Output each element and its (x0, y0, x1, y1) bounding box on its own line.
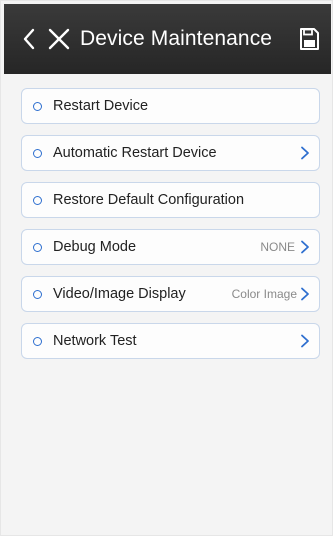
chevron-right-icon (301, 240, 309, 254)
close-icon (48, 28, 70, 50)
maintenance-menu: Restart Device Automatic Restart Device … (21, 88, 320, 370)
save-icon (300, 28, 319, 50)
menu-item-debug-mode[interactable]: Debug Mode NONE (21, 229, 320, 265)
bullet-circle-icon (33, 242, 42, 252)
page-title: Device Maintenance (80, 27, 273, 50)
back-button[interactable] (18, 28, 40, 50)
menu-item-label: Video/Image Display (53, 286, 186, 302)
menu-item-automatic-restart[interactable]: Automatic Restart Device (21, 135, 320, 171)
menu-item-restore-default[interactable]: Restore Default Configuration (21, 182, 320, 218)
menu-item-restart-device[interactable]: Restart Device (21, 88, 320, 124)
bullet-circle-icon (33, 195, 42, 205)
debug-mode-value: NONE (260, 240, 295, 254)
menu-item-label: Automatic Restart Device (53, 145, 217, 161)
chevron-right-icon (301, 146, 309, 160)
menu-item-network-test[interactable]: Network Test (21, 323, 320, 359)
close-button[interactable] (46, 26, 72, 52)
display-mode-value: Color Image (231, 287, 297, 301)
save-button[interactable] (299, 28, 319, 50)
bullet-circle-icon (33, 289, 42, 299)
menu-item-video-image-display[interactable]: Video/Image Display Color Image (21, 276, 320, 312)
chevron-right-icon (301, 287, 309, 301)
header-bar: Device Maintenance (4, 4, 331, 74)
bullet-circle-icon (33, 148, 42, 158)
menu-item-label: Restart Device (53, 98, 149, 114)
menu-item-label: Restore Default Configuration (53, 192, 245, 208)
menu-item-label: Debug Mode (53, 239, 137, 255)
bullet-circle-icon (33, 336, 42, 346)
device-maintenance-screen: Device Maintenance Restart Device Automa… (0, 0, 333, 536)
menu-item-label: Network Test (53, 333, 137, 349)
bullet-circle-icon (33, 101, 42, 111)
chevron-left-icon (23, 28, 35, 50)
chevron-right-icon (301, 334, 309, 348)
